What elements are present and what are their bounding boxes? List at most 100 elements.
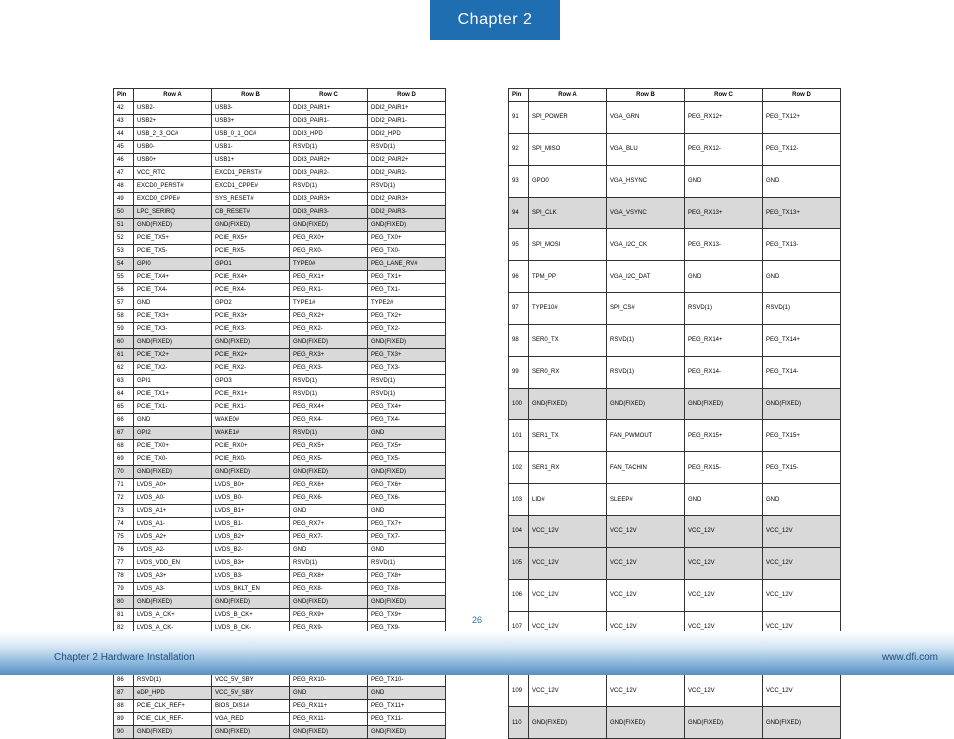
cell-value: PEG_TX14- [763, 356, 841, 388]
cell-value: GND(FIXED) [134, 466, 212, 479]
cell-pin: 65 [114, 401, 134, 414]
page-number: 26 [0, 615, 954, 625]
cell-value: PEG_RX2+ [290, 310, 368, 323]
cell-value: LVDS_B3+ [212, 557, 290, 570]
table-row: 93GPO0VGA_HSYNCGNDGND [509, 165, 841, 197]
table-row: 52PCIE_TX5+PCIE_RX5+PEG_RX0+PEG_TX0+ [114, 232, 446, 245]
cell-pin: 105 [509, 547, 529, 579]
table-row: 49EXCD0_CPPE#SYS_RESET#DDI3_PAIR3+DDI2_P… [114, 193, 446, 206]
cell-value: VCC_12V [529, 579, 607, 611]
cell-value: RSVD(1) [290, 180, 368, 193]
cell-value: PEG_TX13+ [763, 197, 841, 229]
table-row: 100GND(FIXED)GND(FIXED)GND(FIXED)GND(FIX… [509, 388, 841, 420]
col-header: Pin [114, 89, 134, 102]
cell-value: PEG_TX7- [368, 531, 446, 544]
cell-value: GND(FIXED) [212, 336, 290, 349]
table-row: 70GND(FIXED)GND(FIXED)GND(FIXED)GND(FIXE… [114, 466, 446, 479]
cell-value: PEG_RX8- [290, 583, 368, 596]
cell-value: VCC_12V [607, 675, 685, 707]
cell-value: RSVD(1) [368, 388, 446, 401]
cell-value: GND(FIXED) [529, 707, 607, 739]
cell-value: DDI2_PAIR1+ [368, 102, 446, 115]
cell-value: PCIE_RX2- [212, 362, 290, 375]
cell-value: PEG_RX15- [685, 452, 763, 484]
cell-value: VCC_12V [763, 579, 841, 611]
cell-value: GND(FIXED) [685, 707, 763, 739]
cell-value: USB1+ [212, 154, 290, 167]
cell-value: GND(FIXED) [607, 388, 685, 420]
cell-value: PEG_RX15+ [685, 420, 763, 452]
cell-value: GND(FIXED) [763, 388, 841, 420]
cell-value: PEG_RX13+ [685, 197, 763, 229]
cell-pin: 42 [114, 102, 134, 115]
cell-value: DDI2_PAIR3- [368, 206, 446, 219]
cell-value: GPO1 [212, 258, 290, 271]
cell-value: PEG_TX3+ [368, 349, 446, 362]
cell-pin: 68 [114, 440, 134, 453]
cell-value: PEG_RX1+ [290, 271, 368, 284]
cell-pin: 76 [114, 544, 134, 557]
cell-value: SER1_TX [529, 420, 607, 452]
table-row: 61PCIE_TX2+PCIE_RX2+PEG_RX3+PEG_TX3+ [114, 349, 446, 362]
cell-value: PEG_RX7+ [290, 518, 368, 531]
cell-value: VCC_12V [685, 579, 763, 611]
cell-pin: 45 [114, 141, 134, 154]
cell-value: PEG_TX11+ [368, 700, 446, 713]
cell-value: DDI3_PAIR1+ [290, 102, 368, 115]
cell-value: PEG_RX4- [290, 414, 368, 427]
cell-value: GND(FIXED) [134, 596, 212, 609]
cell-value: GND [290, 544, 368, 557]
table-row: 59PCIE_TX3-PCIE_RX3-PEG_RX2-PEG_TX2- [114, 323, 446, 336]
cell-value: PCIE_TX0+ [134, 440, 212, 453]
cell-value: PEG_TX15- [763, 452, 841, 484]
cell-value: SLEEP# [607, 484, 685, 516]
cell-value: TPM_PP [529, 261, 607, 293]
cell-pin: 102 [509, 452, 529, 484]
cell-value: DDI3_PAIR3- [290, 206, 368, 219]
cell-value: PCIE_TX4+ [134, 271, 212, 284]
cell-value: GND [290, 687, 368, 700]
cell-value: PEG_TX5- [368, 453, 446, 466]
table-row: 94SPI_CLKVGA_VSYNCPEG_RX13+PEG_TX13+ [509, 197, 841, 229]
table-row: 78LVDS_A3+LVDS_B3-PEG_RX8+PEG_TX8+ [114, 570, 446, 583]
cell-value: PEG_TX6- [368, 492, 446, 505]
cell-value: TYPE10# [529, 293, 607, 325]
cell-value: RSVD(1) [368, 375, 446, 388]
cell-value: VCC_12V [763, 515, 841, 547]
cell-value: DDI3_PAIR3+ [290, 193, 368, 206]
cell-value: GND(FIXED) [134, 336, 212, 349]
cell-pin: 58 [114, 310, 134, 323]
cell-value: VCC_12V [685, 675, 763, 707]
chapter-tab: Chapter 2 [430, 0, 560, 40]
cell-value: PEG_LANE_RV# [368, 258, 446, 271]
col-header: Row B [212, 89, 290, 102]
table-row: 95SPI_MOSIVGA_I2C_CKPEG_RX13-PEG_TX13- [509, 229, 841, 261]
table-row: 75LVDS_A2+LVDS_B2+PEG_RX7-PEG_TX7- [114, 531, 446, 544]
cell-value: USB3+ [212, 115, 290, 128]
cell-value: PEG_TX15+ [763, 420, 841, 452]
cell-value: GND(FIXED) [368, 596, 446, 609]
cell-value: LVDS_A3+ [134, 570, 212, 583]
cell-value: RSVD(1) [290, 427, 368, 440]
table-row: 65PCIE_TX1-PCIE_RX1-PEG_RX4+PEG_TX4+ [114, 401, 446, 414]
cell-value: PCIE_RX5- [212, 245, 290, 258]
cell-value: VGA_I2C_DAT [607, 261, 685, 293]
cell-value: GND(FIXED) [368, 219, 446, 232]
cell-pin: 97 [509, 293, 529, 325]
table-row: 86RSVD(1)VCC_5V_SBYPEG_RX10-PEG_TX10- [114, 674, 446, 687]
cell-value: PEG_TX5+ [368, 440, 446, 453]
cell-value: PCIE_TX5+ [134, 232, 212, 245]
cell-value: PCIE_TX2+ [134, 349, 212, 362]
table-row: 69PCIE_TX0-PCIE_RX0-PEG_RX5-PEG_TX5- [114, 453, 446, 466]
cell-value: GND(FIXED) [134, 726, 212, 739]
cell-value: GPO0 [529, 165, 607, 197]
cell-value: PEG_TX2+ [368, 310, 446, 323]
cell-value: PCIE_RX1- [212, 401, 290, 414]
cell-value: VCC_5V_SBY [212, 674, 290, 687]
table-row: 97TYPE10#SPI_CS#RSVD(1)RSVD(1) [509, 293, 841, 325]
cell-value: RSVD(1) [368, 141, 446, 154]
cell-value: RSVD(1) [290, 388, 368, 401]
cell-value: GND(FIXED) [290, 336, 368, 349]
cell-value: VCC_RTC [134, 167, 212, 180]
cell-pin: 64 [114, 388, 134, 401]
